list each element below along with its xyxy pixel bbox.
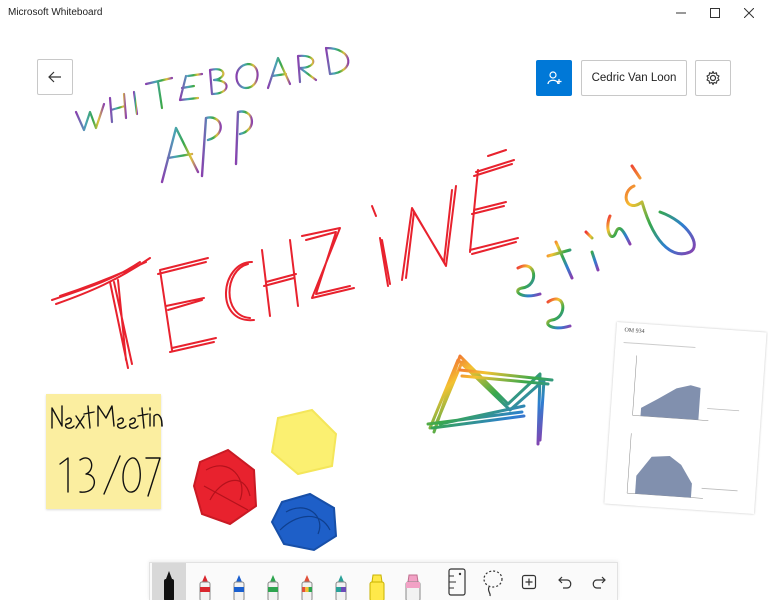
close-button[interactable] [732,0,766,26]
ink-app-word [160,110,253,184]
black-pen-tool[interactable] [152,563,186,600]
lasso-select-tool[interactable] [476,563,510,600]
rainbow-pen-icon [301,575,313,600]
lasso-icon [483,570,503,597]
minimize-icon [676,12,686,14]
maximize-icon [710,8,720,18]
sticky-note[interactable] [46,394,161,509]
ink-red-hexagon [192,448,258,526]
ink-yellow-hexagon [270,408,338,476]
blue-pen-tool[interactable] [222,563,256,600]
gear-icon [706,70,720,86]
red-pen-tool[interactable] [188,563,222,600]
window-title: Microsoft Whiteboard [8,7,103,18]
back-button[interactable] [37,59,73,95]
inking-toolbar [149,562,618,600]
document-charts [623,342,740,499]
rainbow-pen-tool[interactable] [290,563,324,600]
close-icon [744,8,754,18]
maximize-button[interactable] [698,0,732,26]
undo-icon [558,576,572,589]
ruler-tool[interactable] [440,563,474,600]
settings-button[interactable] [695,60,731,96]
pink-highlighter-icon [405,574,421,600]
galaxy-pen-tool[interactable] [324,563,358,600]
add-person-icon [547,71,562,85]
minimize-button[interactable] [664,0,698,26]
ink-techzine-word [51,149,519,369]
document-card[interactable]: OM 934 [604,322,767,515]
invite-button[interactable] [536,60,572,96]
undo-button[interactable] [548,563,582,600]
black-pen-icon [164,571,174,600]
ink-blue-hexagon [270,492,338,552]
arrow-left-icon [48,71,61,83]
yellow-highlighter-icon [369,574,385,600]
redo-button[interactable] [582,563,616,600]
plus-box-icon [521,574,537,590]
green-pen-icon [267,575,279,600]
blue-pen-icon [233,575,245,600]
user-account-button[interactable]: Cedric Van Loon [581,60,687,96]
ruler-icon [448,568,466,596]
whiteboard-canvas[interactable] [0,26,768,600]
redo-icon [592,576,606,589]
pink-highlighter-tool[interactable] [396,563,430,600]
green-pen-tool[interactable] [256,563,290,600]
galaxy-pen-icon [335,575,347,600]
add-content-button[interactable] [512,563,546,600]
ink-layer [51,46,696,552]
title-bar: Microsoft Whiteboard [0,0,768,26]
yellow-highlighter-tool[interactable] [360,563,394,600]
red-pen-icon [199,575,211,600]
